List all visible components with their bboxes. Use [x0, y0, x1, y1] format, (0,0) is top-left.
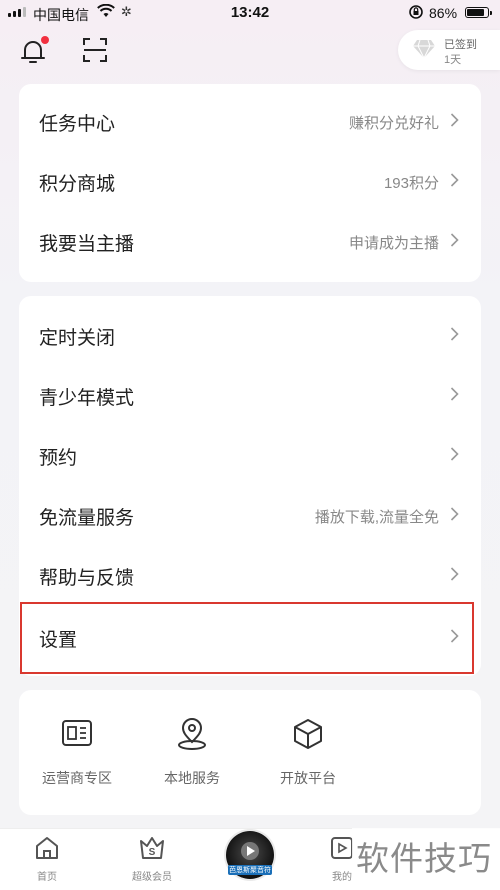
row-task-center[interactable]: 任务中心 赚积分兑好礼	[19, 92, 481, 152]
chevron-right-icon	[450, 387, 459, 401]
card-tasks: 任务中心 赚积分兑好礼 积分商城 193积分 我要当主播 申请成为主播	[19, 84, 481, 282]
row-help-feedback[interactable]: 帮助与反馈	[19, 546, 481, 606]
battery-icon	[465, 7, 492, 18]
vip-crown-icon: S	[140, 837, 164, 859]
service-local[interactable]: 本地服务	[142, 714, 242, 788]
home-icon	[36, 837, 58, 859]
row-become-host[interactable]: 我要当主播 申请成为主播	[19, 212, 481, 272]
chevron-right-icon	[450, 327, 459, 341]
service-operator-zone[interactable]: 运营商专区	[27, 714, 127, 788]
chevron-right-icon	[450, 447, 459, 461]
battery-percent: 86%	[429, 5, 458, 21]
row-free-data[interactable]: 免流量服务 播放下载,流量全免	[19, 486, 481, 546]
settings-highlight-box	[20, 602, 474, 674]
row-timer-off[interactable]: 定时关闭	[19, 306, 481, 366]
watermark: 软件技巧	[352, 828, 500, 889]
nav-label: 首页	[37, 872, 57, 883]
row-subtitle: 赚积分兑好礼	[348, 115, 439, 132]
chevron-right-icon	[450, 173, 459, 187]
row-label: 预约	[39, 448, 78, 469]
chevron-right-icon	[450, 567, 459, 581]
chevron-right-icon	[450, 233, 459, 247]
cube-icon	[258, 714, 358, 754]
row-points-mall[interactable]: 积分商城 193积分	[19, 152, 481, 212]
location-pin-icon	[142, 714, 242, 754]
card-services: 运营商专区 本地服务 开放平台	[19, 690, 481, 815]
row-label: 帮助与反馈	[39, 568, 135, 589]
row-teen-mode[interactable]: 青少年模式	[19, 366, 481, 426]
sim-card-icon	[27, 714, 127, 754]
row-subtitle: 申请成为主播	[348, 235, 439, 252]
row-label: 免流量服务	[39, 508, 135, 529]
row-subtitle: 193积分	[383, 175, 439, 192]
row-subtitle: 播放下载,流量全免	[314, 509, 439, 526]
row-label: 定时关闭	[39, 328, 116, 349]
clock: 13:42	[230, 4, 270, 21]
row-label: 我要当主播	[39, 234, 135, 255]
service-open-platform[interactable]: 开放平台	[258, 714, 358, 788]
row-label: 任务中心	[39, 114, 116, 135]
diamond-icon	[412, 39, 436, 64]
service-label: 开放平台	[280, 770, 336, 786]
play-button[interactable]: 芭恩斯聚音符	[226, 831, 274, 879]
service-label: 运营商专区	[42, 770, 112, 786]
svg-text:S: S	[149, 847, 156, 858]
sign-in-status: 已签到	[444, 39, 477, 51]
nav-home[interactable]: 首页	[7, 835, 87, 883]
status-bar: 中国电信 ✲ 13:42 86%	[0, 0, 500, 26]
play-badge: 芭恩斯聚音符	[228, 865, 272, 875]
chevron-right-icon	[450, 113, 459, 127]
row-label: 积分商城	[39, 174, 116, 195]
sign-in-badge[interactable]: 已签到 1天	[398, 30, 500, 70]
row-label: 青少年模式	[39, 388, 135, 409]
rotation-lock-icon	[408, 4, 424, 23]
nav-label: 超级会员	[132, 872, 172, 883]
service-label: 本地服务	[164, 770, 220, 786]
notification-dot	[41, 36, 49, 44]
row-reservation[interactable]: 预约	[19, 426, 481, 486]
nav-vip[interactable]: S 超级会员	[112, 835, 192, 883]
scan-icon[interactable]	[82, 37, 108, 68]
chevron-right-icon	[450, 507, 459, 521]
sign-in-days: 1天	[444, 54, 462, 66]
watermark-text: 软件技巧	[356, 840, 492, 877]
